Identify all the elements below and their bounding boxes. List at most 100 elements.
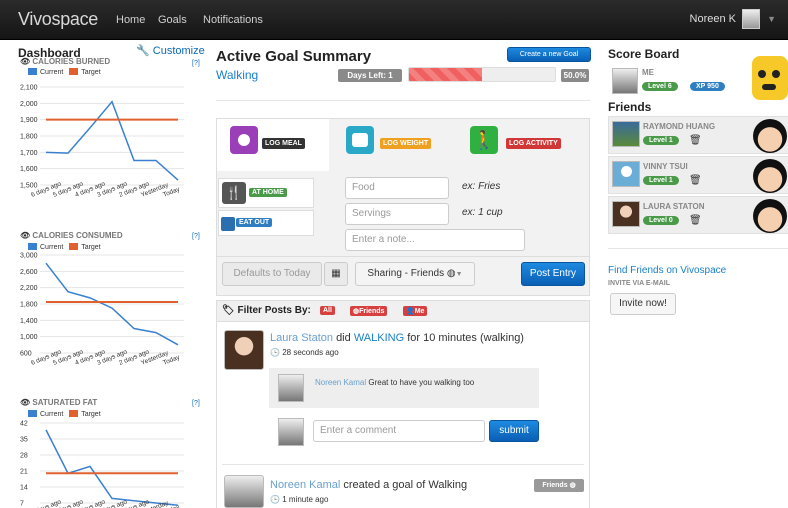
y-tick-label: 1,700: [20, 150, 38, 157]
meal-icon: [230, 126, 258, 154]
visibility-badge: Friends ◍: [534, 479, 584, 492]
trash-icon[interactable]: 🗑: [689, 175, 702, 186]
feed-verb: created a goal of Walking: [343, 479, 468, 491]
tag-icon: 🏷: [222, 305, 235, 316]
customize-label: Customize: [152, 45, 205, 57]
tab-log-activity[interactable]: 🚶 LOG ACTIVITY: [468, 118, 586, 172]
tab-log-weight[interactable]: LOG WEIGHT: [344, 118, 454, 172]
nav-notifications[interactable]: Notifications: [203, 14, 263, 26]
post-entry-button[interactable]: Post Entry: [521, 262, 585, 286]
tab-log-meal[interactable]: LOG MEAL: [222, 118, 332, 172]
avatar-vinny[interactable]: [612, 161, 640, 187]
progress-percent: 50.0%: [561, 69, 589, 82]
y-tick-label: 14: [20, 485, 28, 492]
y-tick-label: 3,000: [20, 253, 38, 260]
comment-input[interactable]: Enter a comment: [313, 420, 485, 442]
wrench-icon: 🔧: [136, 45, 150, 57]
feed-author[interactable]: Laura Staton: [270, 332, 333, 344]
feed-text: Noreen Kamal created a goal of Walking: [270, 479, 467, 491]
customize-link[interactable]: 🔧 Customize: [136, 44, 205, 57]
nav-goals[interactable]: Goals: [158, 14, 187, 26]
comment: [269, 368, 539, 408]
chart-title-calories-burned: 👁 CALORIES BURNED: [20, 57, 110, 66]
help-link[interactable]: [?]: [192, 400, 200, 407]
avatar-laura[interactable]: [612, 201, 640, 227]
filter-friends-label: Friends: [359, 308, 385, 315]
avatar-raymond[interactable]: [612, 121, 640, 147]
servings-input[interactable]: Servings: [345, 203, 449, 225]
food-example: ex: Fries: [462, 181, 501, 192]
legend-swatch-target: [69, 68, 79, 75]
friend-name[interactable]: LAURA STATON: [643, 202, 704, 211]
fork-knife-icon: 🍴: [222, 182, 246, 204]
filter-friends[interactable]: ◍Friends: [350, 306, 388, 316]
tab-label: LOG ACTIVITY: [506, 138, 561, 149]
friend-row[interactable]: VINNY TSUI Level 1 🗑: [608, 156, 788, 194]
walking-icon: 🚶: [470, 126, 498, 154]
goal-link[interactable]: Walking: [216, 68, 258, 82]
filter-me[interactable]: 👤Me: [403, 306, 428, 316]
food-input[interactable]: Food: [345, 177, 449, 199]
comment-text: Noreen Kamal Great to have you walking t…: [315, 378, 474, 387]
friend-level: Level 1: [643, 136, 679, 145]
subtab-label: AT HOME: [249, 188, 287, 197]
y-tick-label: 1,800: [20, 302, 38, 309]
help-link[interactable]: [?]: [192, 60, 200, 67]
avatar-noreen-kamal[interactable]: [224, 475, 264, 508]
avatar-noreen[interactable]: [278, 374, 304, 402]
chart-title-text: SATURATED FAT: [32, 398, 98, 407]
y-tick-label: 2,600: [20, 269, 38, 276]
user-icon: 👤: [406, 308, 415, 315]
y-tick-label: 7: [20, 501, 24, 508]
y-tick-label: 1,600: [20, 166, 38, 173]
chart-saturated-fat: 42352821147 6 days ago5 days ago4 days ag…: [20, 421, 184, 508]
submit-comment-button[interactable]: submit: [489, 420, 539, 442]
avatar-laura-staton[interactable]: [224, 330, 264, 370]
subtab-eat-out[interactable]: EAT OUT: [218, 210, 314, 236]
legend-swatch-target: [69, 410, 79, 417]
trash-icon[interactable]: 🗑: [689, 135, 702, 146]
date-input[interactable]: Defaults to Today: [222, 262, 322, 286]
feed-author[interactable]: Noreen Kamal: [270, 479, 340, 491]
divider: [216, 256, 590, 257]
me-label: ME: [642, 68, 654, 77]
friend-row[interactable]: LAURA STATON Level 0 🗑: [608, 196, 788, 234]
friend-name[interactable]: RAYMOND HUANG: [643, 122, 715, 131]
feed-activity[interactable]: WALKING: [354, 332, 404, 344]
friend-level: Level 0: [643, 216, 679, 225]
sharing-dropdown[interactable]: Sharing - Friends ◍▼: [355, 262, 475, 286]
help-link[interactable]: [?]: [192, 233, 200, 240]
chart-title-text: CALORIES BURNED: [32, 57, 111, 66]
filter-me-label: Me: [414, 308, 425, 315]
feed-text: Laura Staton did WALKING for 10 minutes …: [270, 332, 524, 344]
avatar-me[interactable]: [612, 68, 638, 94]
feed-time-text: 1 minute ago: [282, 495, 329, 504]
subtab-at-home[interactable]: 🍴 AT HOME: [218, 178, 314, 208]
create-goal-button[interactable]: Create a new Goal: [507, 47, 591, 62]
chart-title-text: CALORIES CONSUMED: [32, 231, 123, 240]
globe-icon: ◍: [446, 268, 456, 279]
filter-all[interactable]: All: [320, 306, 335, 315]
brand-logo[interactable]: Vivospace: [18, 9, 98, 30]
avatar-noreen[interactable]: [278, 418, 304, 446]
y-tick-label: 2,200: [20, 285, 38, 292]
friend-name[interactable]: VINNY TSUI: [643, 162, 688, 171]
note-input[interactable]: Enter a note...: [345, 229, 525, 251]
comment-author[interactable]: Noreen Kamal: [315, 378, 366, 387]
feed-rest: for 10 minutes (walking): [407, 332, 524, 344]
filter-label-text: Filter Posts By:: [237, 305, 311, 316]
user-avatar[interactable]: [742, 9, 760, 29]
legend-swatch-target: [69, 243, 79, 250]
friend-row[interactable]: RAYMOND HUANG Level 1 🗑: [608, 116, 788, 154]
calendar-icon[interactable]: ▦: [324, 262, 348, 286]
find-friends-link[interactable]: Find Friends on Vivospace: [608, 265, 726, 276]
invite-button[interactable]: Invite now!: [610, 293, 676, 315]
nav-home[interactable]: Home: [116, 14, 145, 26]
x-tick-label: 6 days ago: [30, 498, 62, 508]
trash-icon[interactable]: 🗑: [689, 215, 702, 226]
user-name[interactable]: Noreen K: [690, 13, 736, 25]
tab-label: LOG MEAL: [262, 138, 305, 149]
series-line-current: [45, 429, 179, 507]
chevron-down-icon[interactable]: ▼: [767, 14, 776, 24]
mascot-icon: [752, 56, 788, 100]
